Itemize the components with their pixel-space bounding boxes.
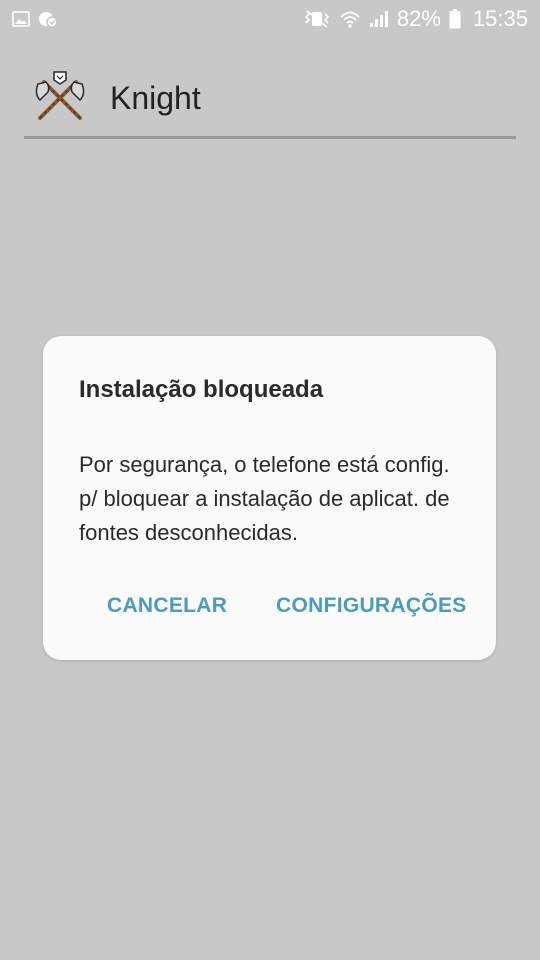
battery-percent: 82%	[396, 6, 441, 31]
header-divider	[24, 136, 516, 139]
crossed-axes-icon	[32, 70, 88, 126]
gallery-icon	[12, 11, 30, 27]
cancel-button[interactable]: CANCELAR	[107, 594, 227, 618]
status-bar: 82% 15:35	[0, 0, 540, 38]
status-bar-left	[12, 10, 58, 28]
signal-icon	[369, 10, 389, 28]
dialog-message: Por segurança, o telefone está config. p…	[79, 452, 450, 545]
settings-button[interactable]: CONFIGURAÇÕES	[276, 594, 467, 618]
dialog-title: Instalação bloqueada	[79, 376, 324, 403]
dialog-actions: CANCELAR CONFIGURAÇÕES	[43, 594, 496, 630]
app-header: Knight	[24, 62, 516, 138]
status-bar-right: 82% 15:35	[303, 6, 528, 32]
app-title: Knight	[110, 80, 201, 116]
wifi-icon	[339, 9, 361, 29]
vibrate-icon	[303, 10, 331, 28]
install-blocked-dialog: Instalação bloqueada Por segurança, o te…	[43, 336, 496, 660]
clock: 15:35	[472, 6, 528, 31]
battery-icon	[449, 9, 461, 29]
notification-icon	[38, 10, 58, 28]
